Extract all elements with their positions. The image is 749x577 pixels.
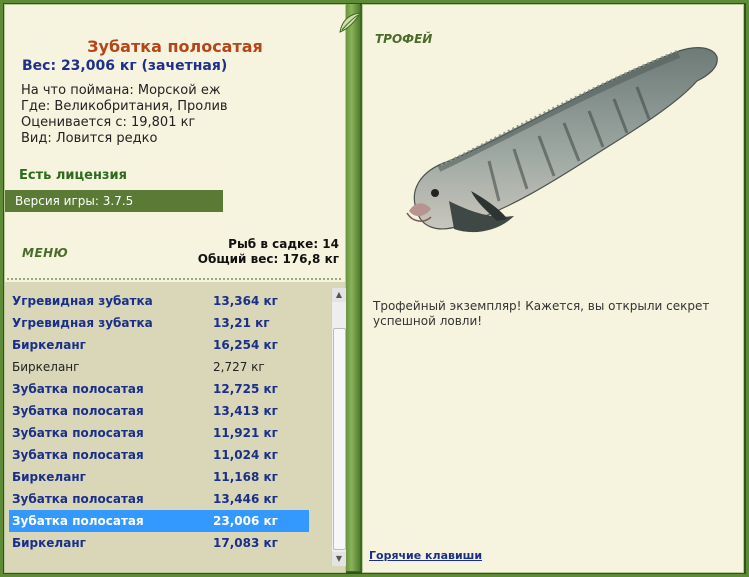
- list-item[interactable]: Зубатка полосатая 11,921 кг: [9, 422, 309, 444]
- location-line: Где: Великобритания, Пролив: [21, 99, 228, 114]
- list-item-selected[interactable]: Зубатка полосатая 23,006 кг: [9, 510, 309, 532]
- catch-info-panel: Зубатка полосатая Вес: 23,006 кг (зачетн…: [4, 4, 346, 573]
- list-item[interactable]: Угревидная зубатка 13,364 кг: [9, 290, 309, 312]
- keepnet-stats: Рыб в садке: 14 Общий вес: 176,8 кг: [198, 237, 339, 267]
- list-scrollbar[interactable]: ▲ ▼: [331, 288, 346, 566]
- list-item[interactable]: Угревидная зубатка 13,21 кг: [9, 312, 309, 334]
- trophy-description: Трофейный экземпляр! Кажется, вы открыли…: [373, 299, 710, 328]
- license-status: Есть лицензия: [19, 168, 127, 183]
- keepnet-list: Угревидная зубатка 13,364 кг Угревидная з…: [5, 282, 346, 572]
- bait-line: На что поймана: Морской еж: [21, 83, 221, 98]
- panel-divider: [339, 4, 361, 571]
- wolffish-picture: [406, 47, 718, 233]
- list-item[interactable]: Зубатка полосатая 13,413 кг: [9, 400, 309, 422]
- game-version-bar: Версия игры: 3.7.5: [5, 190, 223, 212]
- scroll-down-arrow-icon[interactable]: ▼: [332, 552, 346, 566]
- trophy-panel: ТРОФЕЙ Трофейный экземпляр! Кажется, вы: [362, 4, 744, 573]
- list-item[interactable]: Зубатка полосатая 13,446 кг: [9, 488, 309, 510]
- total-weight: Общий вес: 176,8 кг: [197, 252, 339, 266]
- scrollbar-thumb[interactable]: [333, 328, 346, 550]
- scroll-up-arrow-icon[interactable]: ▲: [332, 288, 346, 302]
- list-item[interactable]: Биркеланг 11,168 кг: [9, 466, 309, 488]
- type-line: Вид: Ловится редко: [21, 131, 158, 146]
- list-item[interactable]: Биркеланг 2,727 кг: [9, 356, 309, 378]
- menu-label: МЕНЮ: [22, 246, 69, 260]
- value-line: Оценивается с: 19,801 кг: [21, 115, 196, 130]
- list-item[interactable]: Зубатка полосатая 12,725 кг: [9, 378, 309, 400]
- list-item[interactable]: Биркеланг 17,083 кг: [9, 532, 309, 554]
- leaf-icon: [339, 12, 361, 33]
- menu-button[interactable]: МЕНЮ: [22, 246, 68, 260]
- hotkeys-link[interactable]: Горячие клавиши: [369, 549, 482, 562]
- fish-count: Рыб в садке: 14: [228, 237, 339, 251]
- fish-list: Угревидная зубатка 13,364 кг Угревидная з…: [9, 290, 309, 554]
- list-item[interactable]: Биркеланг 16,254 кг: [9, 334, 309, 356]
- list-item[interactable]: Зубатка полосатая 11,024 кг: [9, 444, 309, 466]
- dotted-divider: [7, 278, 341, 280]
- fish-weight-line: Вес: 23,006 кг (зачетная): [22, 58, 228, 74]
- fish-name-title: Зубатка полосатая: [87, 37, 263, 56]
